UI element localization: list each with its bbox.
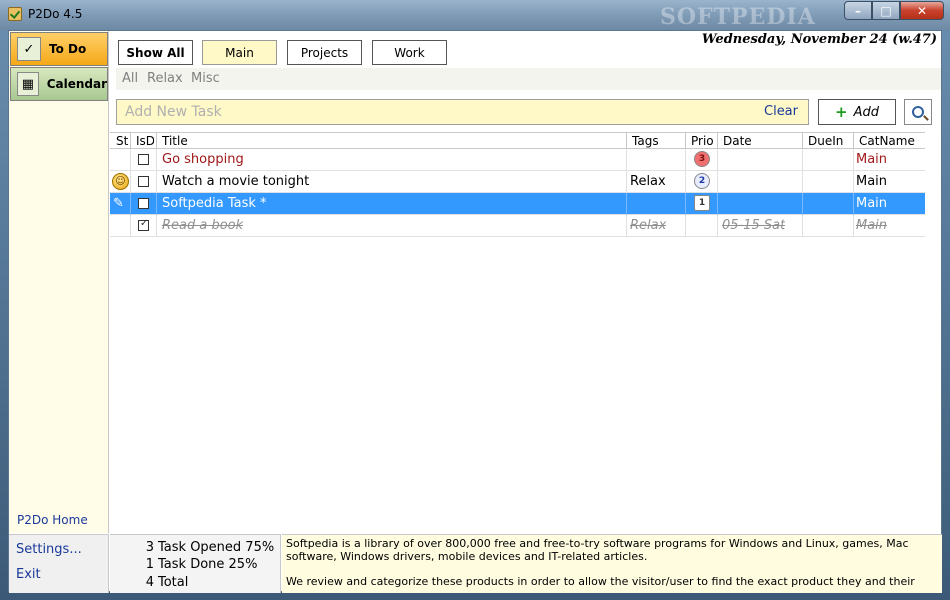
current-date: Wednesday, November 24 (w.47) bbox=[701, 32, 937, 47]
done-checkbox[interactable] bbox=[138, 198, 149, 209]
priority-icon: 3 bbox=[694, 151, 710, 167]
col-prio[interactable]: Prio bbox=[691, 134, 714, 148]
col-date[interactable]: Date bbox=[723, 134, 752, 148]
task-stats: 3 Task Opened 75% 1 Task Done 25% 4 Tota… bbox=[110, 534, 281, 593]
table-row[interactable]: Go shopping 3 Main bbox=[110, 149, 925, 171]
task-category: Main bbox=[856, 196, 888, 211]
settings-link[interactable]: Settings... bbox=[16, 542, 82, 557]
subcategory-misc[interactable]: Misc bbox=[191, 71, 220, 86]
app-icon bbox=[8, 7, 22, 21]
nav-calendar-button[interactable]: ▦ Calendar bbox=[10, 67, 108, 101]
window-title: P2Do 4.5 bbox=[28, 7, 83, 21]
stat-total-label: Total bbox=[158, 575, 189, 590]
task-category: Main bbox=[856, 152, 888, 167]
exit-link[interactable]: Exit bbox=[16, 567, 41, 582]
priority-icon: 2 bbox=[694, 173, 710, 189]
smiley-icon: ☺ bbox=[112, 173, 129, 190]
subcategory-bar: All Relax Misc bbox=[116, 68, 941, 90]
search-button[interactable] bbox=[904, 99, 932, 125]
nav-calendar-label: Calendar bbox=[46, 77, 107, 91]
bottom-links-panel: Settings... Exit bbox=[9, 534, 109, 593]
nav-todo-button[interactable]: ✓ To Do bbox=[10, 32, 108, 66]
task-title[interactable]: Go shopping bbox=[162, 152, 244, 167]
col-duein[interactable]: DueIn bbox=[808, 134, 843, 148]
notes-paragraph-2: We review and categorize these products … bbox=[286, 575, 915, 588]
col-title[interactable]: Title bbox=[162, 134, 188, 148]
stat-opened-count: 3 bbox=[145, 540, 154, 555]
main-panel: Show All Main Projects Work Wednesday, N… bbox=[110, 31, 943, 533]
filter-main-button[interactable]: Main bbox=[202, 40, 277, 65]
task-date: 05-15 Sat bbox=[722, 218, 786, 233]
col-isdone[interactable]: IsD bbox=[136, 134, 154, 148]
stat-done-count: 1 bbox=[145, 557, 154, 572]
wand-icon: ✎ bbox=[113, 196, 124, 211]
clear-link[interactable]: Clear bbox=[764, 104, 798, 119]
task-category: Main bbox=[856, 218, 888, 233]
sidebar: ✓ To Do ▦ Calendar P2Do Home bbox=[9, 31, 109, 533]
priority-icon: 1 bbox=[694, 195, 710, 211]
task-title[interactable]: Watch a movie tonight bbox=[162, 174, 309, 189]
new-task-box: Clear bbox=[116, 99, 809, 125]
calendar-icon: ▦ bbox=[17, 72, 39, 96]
col-tags[interactable]: Tags bbox=[632, 134, 659, 148]
close-button[interactable]: ✕ bbox=[900, 1, 944, 20]
title-bar: P2Do 4.5 SOFTPEDIA – □ ✕ bbox=[0, 0, 950, 30]
subcategory-all[interactable]: All bbox=[122, 71, 138, 86]
task-notes-panel[interactable]: Softpedia is a library of over 800,000 f… bbox=[282, 534, 942, 593]
watermark: SOFTPEDIA bbox=[660, 4, 816, 30]
filter-projects-button[interactable]: Projects bbox=[287, 40, 362, 65]
plus-icon: + bbox=[835, 103, 848, 121]
table-row[interactable]: ☺ Watch a movie tonight Relax 2 Main bbox=[110, 171, 925, 193]
add-task-button[interactable]: + Add bbox=[818, 99, 896, 125]
table-header: St IsD Title Tags Prio Date DueIn CatNam… bbox=[110, 132, 925, 150]
search-icon bbox=[912, 106, 924, 118]
done-checkbox[interactable] bbox=[138, 176, 149, 187]
add-label: Add bbox=[853, 104, 879, 120]
table-row-selected[interactable]: ✎ Softpedia Task * 1 Main bbox=[110, 193, 925, 215]
stat-total-count: 4 bbox=[145, 575, 154, 590]
stat-opened-label: Task Opened 75% bbox=[158, 540, 275, 555]
window-controls: – □ ✕ bbox=[844, 1, 944, 20]
col-status[interactable]: St bbox=[116, 134, 130, 148]
stat-done-label: Task Done 25% bbox=[158, 557, 258, 572]
clipboard-icon: ✓ bbox=[17, 37, 41, 61]
task-tags: Relax bbox=[630, 218, 667, 233]
nav-todo-label: To Do bbox=[49, 42, 87, 56]
table-row[interactable]: Read a book Relax 05-15 Sat Main bbox=[110, 215, 925, 237]
task-tags: Relax bbox=[630, 174, 666, 189]
maximize-button[interactable]: □ bbox=[872, 1, 900, 20]
app-window: ✓ To Do ▦ Calendar P2Do Home Settings...… bbox=[8, 30, 943, 593]
col-catname[interactable]: CatName bbox=[859, 134, 915, 148]
task-table: St IsD Title Tags Prio Date DueIn CatNam… bbox=[110, 132, 925, 237]
new-task-input[interactable] bbox=[125, 102, 725, 122]
done-checkbox[interactable] bbox=[138, 154, 149, 165]
subcategory-relax[interactable]: Relax bbox=[147, 71, 183, 86]
task-title[interactable]: Read a book bbox=[162, 218, 243, 233]
filter-work-button[interactable]: Work bbox=[372, 40, 447, 65]
notes-paragraph-1: Softpedia is a library of over 800,000 f… bbox=[286, 537, 909, 563]
minimize-button[interactable]: – bbox=[844, 1, 872, 20]
done-checkbox[interactable] bbox=[138, 218, 149, 231]
home-link[interactable]: P2Do Home bbox=[17, 513, 88, 527]
filter-show-all-button[interactable]: Show All bbox=[118, 40, 193, 65]
task-category: Main bbox=[856, 174, 888, 189]
task-title[interactable]: Softpedia Task * bbox=[162, 196, 267, 211]
